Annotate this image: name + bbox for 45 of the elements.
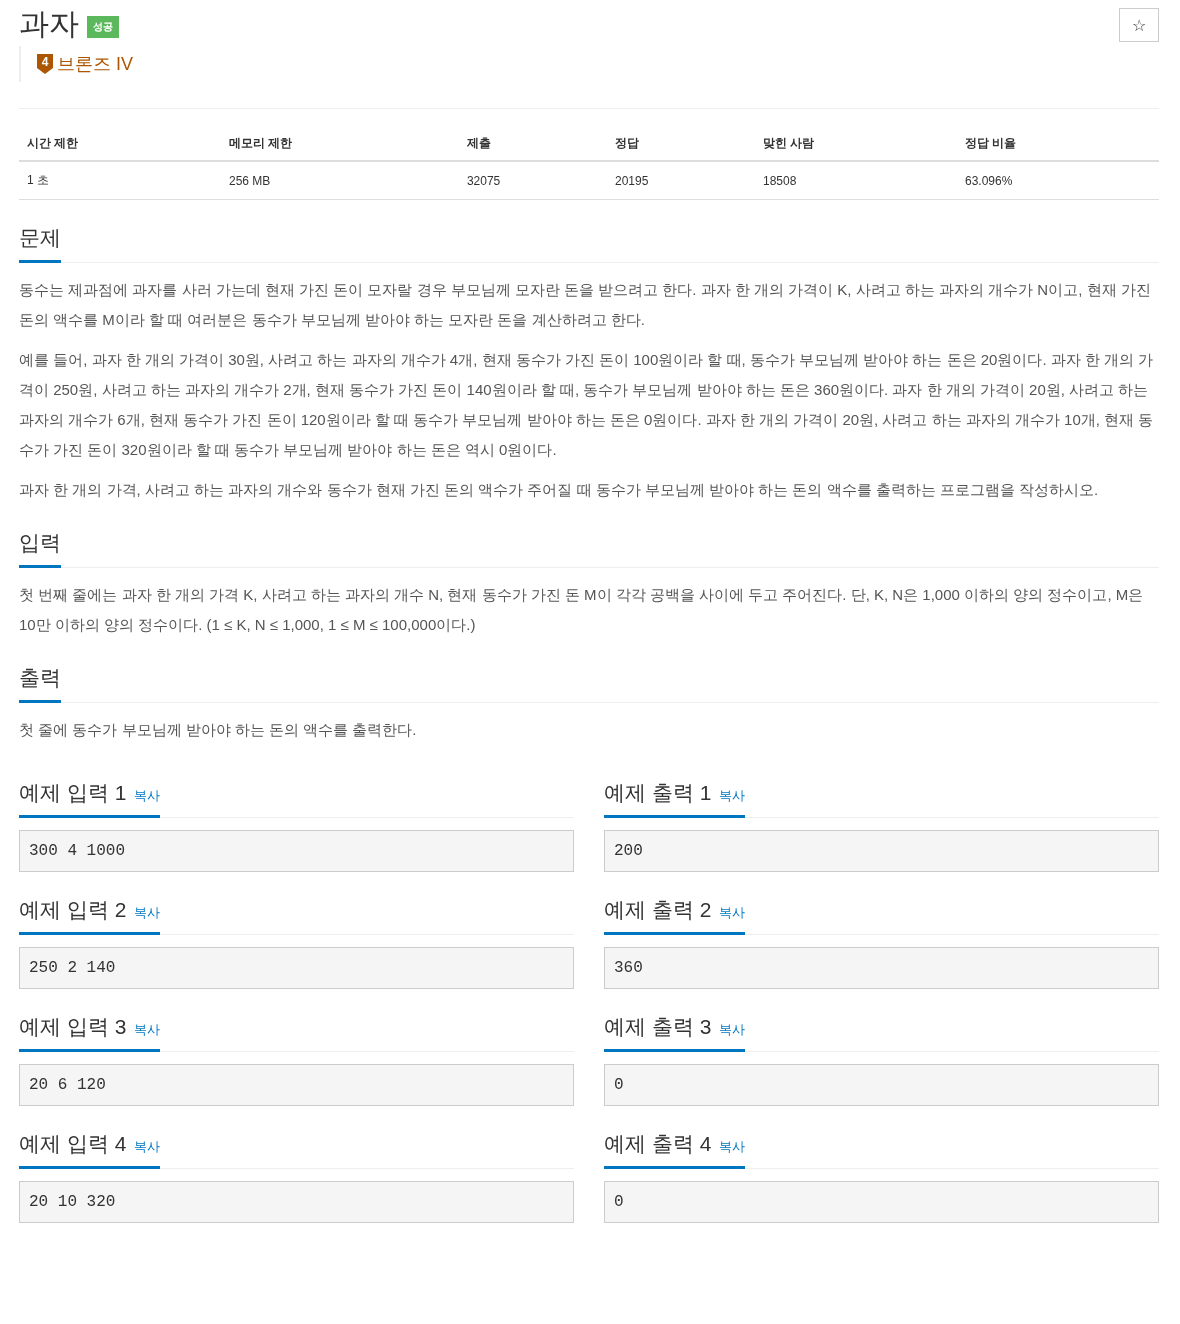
result-badge: 성공: [87, 16, 119, 38]
heading-text: 예제 입력 2: [19, 897, 127, 923]
column-header: 메모리 제한: [220, 127, 459, 161]
heading-text: 예제 출력 3: [604, 1014, 712, 1040]
column-header: 맞힌 사람: [755, 127, 957, 161]
tier-label: 브론즈 IV: [57, 53, 133, 76]
tier-icon: 4: [37, 54, 53, 74]
table-cell: 32075: [458, 161, 607, 200]
section-heading: 입력: [19, 525, 61, 568]
heading-text: 예제 출력 2: [604, 897, 712, 923]
copy-link[interactable]: 복사: [134, 1138, 161, 1156]
favorite-button[interactable]: ☆: [1119, 8, 1159, 42]
table-cell: 256 MB: [220, 161, 459, 200]
table-cell: 1 초: [19, 161, 221, 200]
sample-output: 360: [604, 947, 1159, 989]
table-cell: 20195: [606, 161, 755, 200]
heading-text: 예제 출력 1: [604, 780, 712, 806]
sample-output: 0: [604, 1064, 1159, 1106]
copy-link[interactable]: 복사: [134, 904, 161, 922]
column-header: 제출: [458, 127, 607, 161]
sample-output: 0: [604, 1181, 1159, 1223]
paragraph: 동수는 제과점에 과자를 사러 가는데 현재 가진 돈이 모자랄 경우 부모님께 모자란 돈을 받으려고 한다. 과자 한 개의 가격이 K, 사려고 하는 과자의 개수가 N이고, 현재 가진 돈의 액수를 M이라 할 때 여러분은 동수가 부모님께 받아야 하는 모자란 돈을 계산하려고 한다.: [19, 280, 1152, 330]
copy-link[interactable]: 복사: [719, 787, 746, 805]
paragraph: 첫 번째 줄에는 과자 한 개의 가격 K, 사려고 하는 과자의 개수 N, 현재 동수가 가진 돈 M이 각각 공백을 사이에 두고 주어진다. 단, K, N은 1,000 이하의 양의 정수이고, M은 10만 이하의 양의 정수이다. (1 ≤ K, N ≤ 1,000, 1 ≤ M ≤ 100,000이다.): [19, 585, 1145, 635]
section-heading: 출력: [19, 660, 61, 703]
paragraph: 첫 줄에 동수가 부모님께 받아야 하는 돈의 액수를 출력한다.: [19, 720, 418, 740]
copy-link[interactable]: 복사: [719, 1138, 746, 1156]
table-cell: 63.096%: [956, 161, 1159, 200]
sample-output: 200: [604, 830, 1159, 872]
column-header: 정답 비율: [956, 127, 1159, 161]
copy-link[interactable]: 복사: [719, 1021, 746, 1039]
heading-text: 예제 입력 4: [19, 1131, 127, 1157]
paragraph: 과자 한 개의 가격, 사려고 하는 과자의 개수와 동수가 현재 가진 돈의 액수가 주어질 때 동수가 부모님께 받아야 하는 돈의 액수를 출력하는 프로그램을 작성하시오.: [19, 480, 1100, 500]
section-heading: 문제: [19, 220, 61, 263]
column-header: 시간 제한: [19, 127, 221, 161]
column-header: 정답: [606, 127, 755, 161]
table-cell: 18508: [755, 161, 957, 200]
copy-link[interactable]: 복사: [719, 904, 746, 922]
copy-link[interactable]: 복사: [134, 787, 161, 805]
heading-text: 예제 입력 1: [19, 780, 127, 806]
copy-link[interactable]: 복사: [134, 1021, 161, 1039]
paragraph: 예를 들어, 과자 한 개의 가격이 30원, 사려고 하는 과자의 개수가 4개, 현재 동수가 가진 돈이 100원이라 할 때, 동수가 부모님께 받아야 하는 돈은 20원이다. 과자 한 개의 가격이 250원, 사려고 하는 과자의 개수가 2개, 현재 동수가 가진 돈이 140원이라 할 때, 동수가 부모님께 받아야 하는 돈은 360원이다. 과자 한 개의 가격이 20원, 사려고 하는 과자의 개수가 6개, 현재 동수가 가진 돈이 120원이라 할 때 동수가 부모님께 받아야 하는 돈은 0원이다. 과자 한 개의 가격이 20원, 사려고 하는 과자의 개수가 10개, 현재 동수가 가진 돈이 320원이라 할 때 동수가 부모님께 받아야 하는 돈은 역시 0원이다.: [19, 350, 1155, 460]
heading-text: 예제 출력 4: [604, 1131, 712, 1157]
heading-text: 예제 입력 3: [19, 1014, 127, 1040]
problem-title: 과자: [19, 6, 79, 42]
